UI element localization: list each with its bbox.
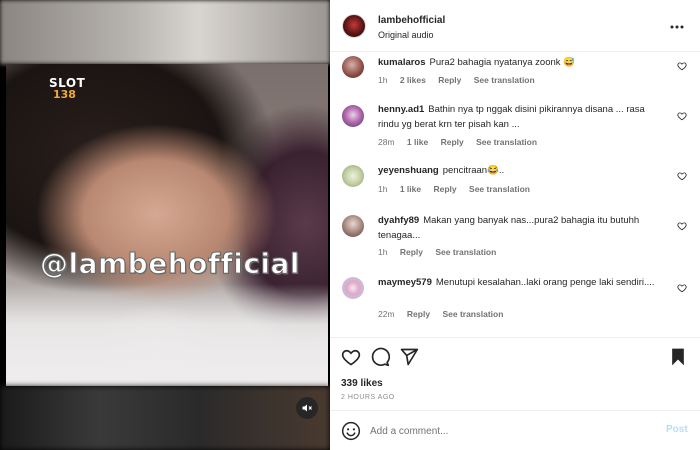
- like-comment-heart-icon[interactable]: [677, 221, 687, 231]
- like-comment-heart-icon[interactable]: [677, 61, 687, 71]
- reply-button[interactable]: Reply: [441, 137, 464, 147]
- comment-likes[interactable]: 2 likes: [400, 75, 426, 85]
- reply-button[interactable]: Reply: [400, 247, 423, 257]
- likes-count[interactable]: 339 likes: [341, 378, 383, 389]
- comment-meta: 1h 1 like Reply See translation: [378, 184, 540, 194]
- see-translation-button[interactable]: See translation: [476, 137, 537, 147]
- commenter-avatar[interactable]: [342, 215, 364, 237]
- comment-text: maymey579 Menutupi kesalahan..laki orang …: [378, 275, 668, 290]
- mute-button[interactable]: [296, 397, 318, 419]
- comment-time: 28m: [378, 137, 395, 147]
- comment-body: Menutupi kesalahan..laki orang penge lak…: [435, 277, 655, 288]
- more-options-button[interactable]: [670, 16, 684, 32]
- blurred-bottom-edge: [0, 386, 330, 450]
- comment-meta: 1h Reply See translation: [378, 247, 506, 257]
- commenter-avatar[interactable]: [342, 105, 364, 127]
- comment-text: dyahfy89 Makan yang banyak nas...pura2 ba…: [378, 213, 668, 243]
- comment-time: 1h: [378, 247, 388, 257]
- post-comment-button[interactable]: Post: [666, 424, 688, 435]
- commenter-avatar[interactable]: [342, 56, 364, 78]
- post-viewer: SLOT 138 @lambehofficial lambehofficial …: [0, 0, 700, 450]
- comment-meta: 22m Reply See translation: [378, 309, 513, 319]
- add-comment-input[interactable]: [370, 423, 650, 439]
- see-translation-button[interactable]: See translation: [442, 309, 503, 319]
- comment-meta: 28m 1 like Reply See translation: [378, 137, 547, 147]
- more-horizontal-icon: [670, 25, 684, 29]
- video-frame[interactable]: [6, 64, 328, 386]
- like-comment-heart-icon[interactable]: [677, 283, 687, 293]
- reply-button[interactable]: Reply: [434, 184, 457, 194]
- commenter-username[interactable]: yeyenshuang: [378, 165, 439, 176]
- comment-text: henny.ad1 Bathin nya tp nggak disini piki…: [378, 102, 668, 132]
- see-translation-button[interactable]: See translation: [435, 247, 496, 257]
- see-translation-button[interactable]: See translation: [469, 184, 530, 194]
- comment-text: yeyenshuang pencitraan😂..: [378, 163, 668, 178]
- comment-time: 1h: [378, 75, 388, 85]
- comments-list[interactable]: kumalaros Pura2 bahagia nyatanya zoonk 😅 …: [330, 52, 700, 337]
- speaker-muted-icon: [302, 404, 312, 412]
- like-heart-icon[interactable]: [341, 347, 361, 367]
- blurred-top-edge: [0, 0, 330, 64]
- post-header: lambehofficial Original audio: [330, 0, 700, 52]
- save-bookmark-icon[interactable]: [668, 347, 688, 367]
- commenter-username[interactable]: kumalaros: [378, 57, 426, 68]
- audio-label[interactable]: Original audio: [378, 30, 434, 40]
- emoji-picker-icon[interactable]: [341, 421, 361, 441]
- comment-text: kumalaros Pura2 bahagia nyatanya zoonk 😅: [378, 55, 668, 70]
- comment-time: 1h: [378, 184, 388, 194]
- author-avatar[interactable]: [342, 14, 366, 38]
- comment-likes[interactable]: 1 like: [407, 137, 428, 147]
- commenter-avatar[interactable]: [342, 277, 364, 299]
- comment-meta: 1h 2 likes Reply See translation: [378, 75, 545, 85]
- sponsor-logo: SLOT 138: [49, 77, 85, 101]
- sponsor-logo-line2: 138: [53, 88, 76, 101]
- like-comment-heart-icon[interactable]: [677, 171, 687, 181]
- comment-body: Pura2 bahagia nyatanya zoonk 😅: [429, 57, 575, 68]
- add-comment-bar: Post: [330, 411, 700, 450]
- commenter-username[interactable]: henny.ad1: [378, 104, 424, 115]
- author-username[interactable]: lambehofficial: [378, 15, 445, 26]
- post-actions-bar: [330, 338, 700, 378]
- reply-button[interactable]: Reply: [438, 75, 461, 85]
- commenter-avatar[interactable]: [342, 165, 364, 187]
- watermark-text: @lambehofficial: [39, 247, 301, 281]
- commenter-username[interactable]: maymey579: [378, 277, 432, 288]
- reply-button[interactable]: Reply: [407, 309, 430, 319]
- post-timestamp[interactable]: 2 HOURS AGO: [341, 394, 395, 401]
- commenter-username[interactable]: dyahfy89: [378, 215, 419, 226]
- comment-body: pencitraan😂..: [442, 165, 505, 176]
- video-panel[interactable]: SLOT 138 @lambehofficial: [0, 0, 330, 450]
- comment-time: 22m: [378, 309, 395, 319]
- like-comment-heart-icon[interactable]: [677, 111, 687, 121]
- comment-likes[interactable]: 1 like: [400, 184, 421, 194]
- share-send-icon[interactable]: [399, 347, 419, 367]
- blanket-highlight: [6, 284, 328, 386]
- comment-bubble-icon[interactable]: [370, 347, 390, 367]
- post-details-panel: lambehofficial Original audio kumalaros P…: [330, 0, 700, 450]
- see-translation-button[interactable]: See translation: [474, 75, 535, 85]
